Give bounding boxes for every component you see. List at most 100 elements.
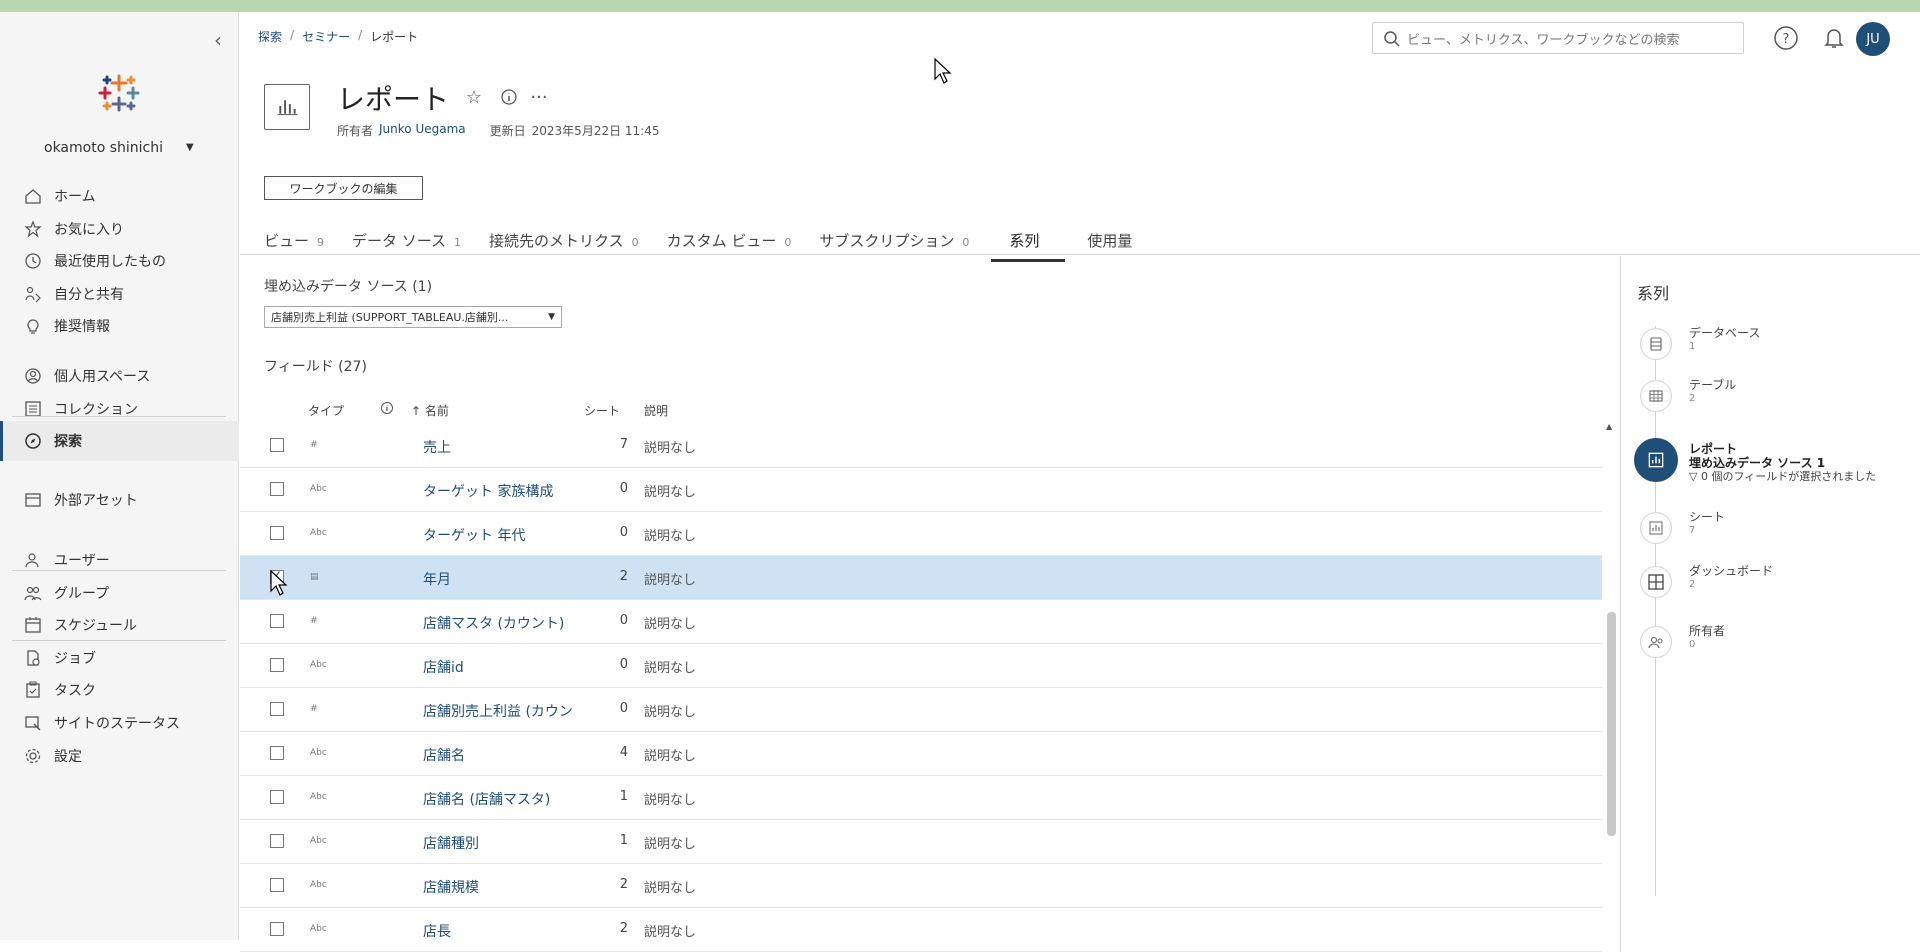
main-area: 探索 / セミナー / レポート ビュー、メトリクス、ワークブックなどの検索 ?… <box>240 12 1920 952</box>
lineage-node[interactable] <box>1640 328 1672 360</box>
lineage-node[interactable] <box>1640 380 1672 412</box>
tab-divider <box>240 254 1920 255</box>
tab-5[interactable]: 系列 <box>991 230 1066 262</box>
tab-2[interactable]: 接続先のメトリクス 0 <box>483 230 645 262</box>
favorite-star-icon[interactable]: ☆ <box>463 86 485 108</box>
mouse-cursor-icon <box>270 569 288 596</box>
field-name-link[interactable]: 店長 <box>423 921 451 941</box>
field-sheet-count: 0 <box>619 613 628 628</box>
chevron-down-icon[interactable]: ▼ <box>186 142 194 153</box>
row-checkbox[interactable] <box>270 878 284 892</box>
field-sheet-count: 0 <box>619 481 628 496</box>
owner-link[interactable]: Junko Uegama <box>379 122 466 139</box>
field-name-link[interactable]: 年月 <box>423 569 451 589</box>
tab-3[interactable]: カスタム ビュー 0 <box>661 230 798 262</box>
table-row[interactable]: Abc 店舗名 (店舗マスタ) 1 説明なし <box>240 776 1602 820</box>
row-checkbox[interactable] <box>270 790 284 804</box>
breadcrumb-item-seminar[interactable]: セミナー <box>302 28 350 45</box>
lineage-node[interactable] <box>1640 626 1672 658</box>
help-icon[interactable]: ? <box>1772 24 1800 52</box>
field-name-link[interactable]: 店舗名 (店舗マスタ) <box>423 789 550 809</box>
row-checkbox[interactable] <box>270 658 284 672</box>
breadcrumb-item-current: レポート <box>370 30 419 44</box>
lineage-node-label[interactable]: シート 7 <box>1689 510 1725 538</box>
sidebar-item-3-6[interactable]: 設定 <box>0 736 239 776</box>
field-name-link[interactable]: 売上 <box>423 437 451 457</box>
table-row[interactable]: Abc 店舗名 4 説明なし <box>240 732 1602 776</box>
table-row[interactable]: # 売上 7 説明なし <box>240 424 1602 468</box>
table-row[interactable]: Abc ターゲット 家族構成 0 説明なし <box>240 468 1602 512</box>
field-sheet-count: 0 <box>619 701 628 716</box>
tab-6[interactable]: 使用量 <box>1081 230 1146 262</box>
field-name-link[interactable]: 店舗名 <box>423 745 465 765</box>
lineage-node[interactable] <box>1640 566 1672 598</box>
avatar[interactable]: JU <box>1856 22 1890 56</box>
field-name-link[interactable]: 店舗規模 <box>423 877 479 897</box>
collapse-sidebar-icon[interactable]: ‹ <box>214 28 222 52</box>
tab-4[interactable]: サブスクリプション 0 <box>813 230 975 262</box>
lineage-node[interactable] <box>1640 512 1672 544</box>
info-icon[interactable] <box>498 86 520 108</box>
lineage-node-label[interactable]: テーブル 2 <box>1689 378 1736 406</box>
field-name-link[interactable]: 店舗種別 <box>423 833 479 853</box>
lineage-node-title: シート <box>1689 510 1726 524</box>
tab-0[interactable]: ビュー 9 <box>258 230 330 262</box>
bell-icon[interactable] <box>1820 24 1848 52</box>
site-user-name[interactable]: okamoto shinichi <box>44 140 163 156</box>
row-checkbox[interactable] <box>270 482 284 496</box>
more-actions-icon[interactable]: ··· <box>528 86 550 108</box>
row-checkbox[interactable] <box>270 702 284 716</box>
lineage-node-label[interactable]: ダッシュボード 2 <box>1689 564 1773 592</box>
row-checkbox[interactable] <box>270 834 284 848</box>
column-header-sheets[interactable]: シート <box>584 402 620 419</box>
tab-count: 1 <box>454 236 462 249</box>
lineage-node[interactable] <box>1634 438 1678 482</box>
breadcrumb-item-explore[interactable]: 探索 <box>258 28 282 45</box>
row-checkbox[interactable] <box>270 746 284 760</box>
field-name-link[interactable]: ターゲット 年代 <box>423 525 525 545</box>
row-checkbox[interactable] <box>270 438 284 452</box>
sidebar-item-2-0[interactable]: 外部アセット <box>0 480 239 520</box>
tab-1[interactable]: データ ソース 1 <box>346 230 467 262</box>
chevron-down-icon: ▼ <box>548 312 555 322</box>
field-name-link[interactable]: 店舗id <box>423 657 464 677</box>
field-name-link[interactable]: 店舗別売上利益 (カウン <box>423 701 573 721</box>
row-checkbox[interactable] <box>270 614 284 628</box>
edit-workbook-button[interactable]: ワークブックの編集 <box>264 176 423 200</box>
table-row[interactable]: Abc 店舗規模 2 説明なし <box>240 864 1602 908</box>
lineage-node-label[interactable]: 所有者 0 <box>1689 624 1725 652</box>
sidebar-item-1-2[interactable]: 探索 <box>0 421 239 462</box>
user-icon <box>25 553 39 568</box>
column-header-type[interactable]: タイプ <box>308 402 344 419</box>
calendar-icon <box>25 617 41 633</box>
field-name-link[interactable]: 店舗マスタ (カウント) <box>423 613 564 633</box>
field-description: 説明なし <box>644 661 697 676</box>
row-checkbox[interactable] <box>270 526 284 540</box>
breadcrumb: 探索 / セミナー / レポート <box>258 28 418 45</box>
field-type-icon: Abc <box>310 880 327 890</box>
table-row[interactable]: Abc 店舗種別 1 説明なし <box>240 820 1602 864</box>
collection-icon <box>25 400 41 417</box>
field-description: 説明なし <box>644 749 697 764</box>
datasource-select[interactable]: 店舗別売上利益 (SUPPORT_TABLEAU.店舗別... ▼ <box>264 306 562 328</box>
lineage-node-label[interactable]: データベース 1 <box>1689 326 1760 354</box>
table-row[interactable]: Abc 店舗id 0 説明なし <box>240 644 1602 688</box>
info-icon[interactable] <box>380 401 394 415</box>
search-input[interactable]: ビュー、メトリクス、ワークブックなどの検索 <box>1372 22 1744 54</box>
field-sheet-count: 2 <box>619 569 628 584</box>
table-row[interactable]: Abc 店長 2 説明なし <box>240 908 1602 952</box>
field-sheet-count: 4 <box>619 745 628 760</box>
field-name-link[interactable]: ターゲット 家族構成 <box>423 481 553 501</box>
table-row[interactable]: Abc ターゲット 年代 0 説明なし <box>240 512 1602 556</box>
table-row[interactable]: # 店舗マスタ (カウント) 0 説明なし <box>240 600 1602 644</box>
column-header-name[interactable]: ↑ 名前 <box>411 402 449 419</box>
sidebar-item-label: 推奨情報 <box>54 319 110 336</box>
field-type-icon: Abc <box>310 484 327 494</box>
row-checkbox[interactable] <box>270 922 284 936</box>
sidebar-item-0-4[interactable]: 推奨情報 <box>0 306 239 346</box>
scrollbar-thumb[interactable] <box>1607 612 1616 836</box>
column-header-description[interactable]: 説明 <box>644 402 668 419</box>
scroll-up-icon[interactable]: ▲ <box>1606 422 1612 431</box>
table-row[interactable]: ▤ 年月 2 説明なし <box>240 556 1602 600</box>
table-row[interactable]: # 店舗別売上利益 (カウン 0 説明なし <box>240 688 1602 732</box>
